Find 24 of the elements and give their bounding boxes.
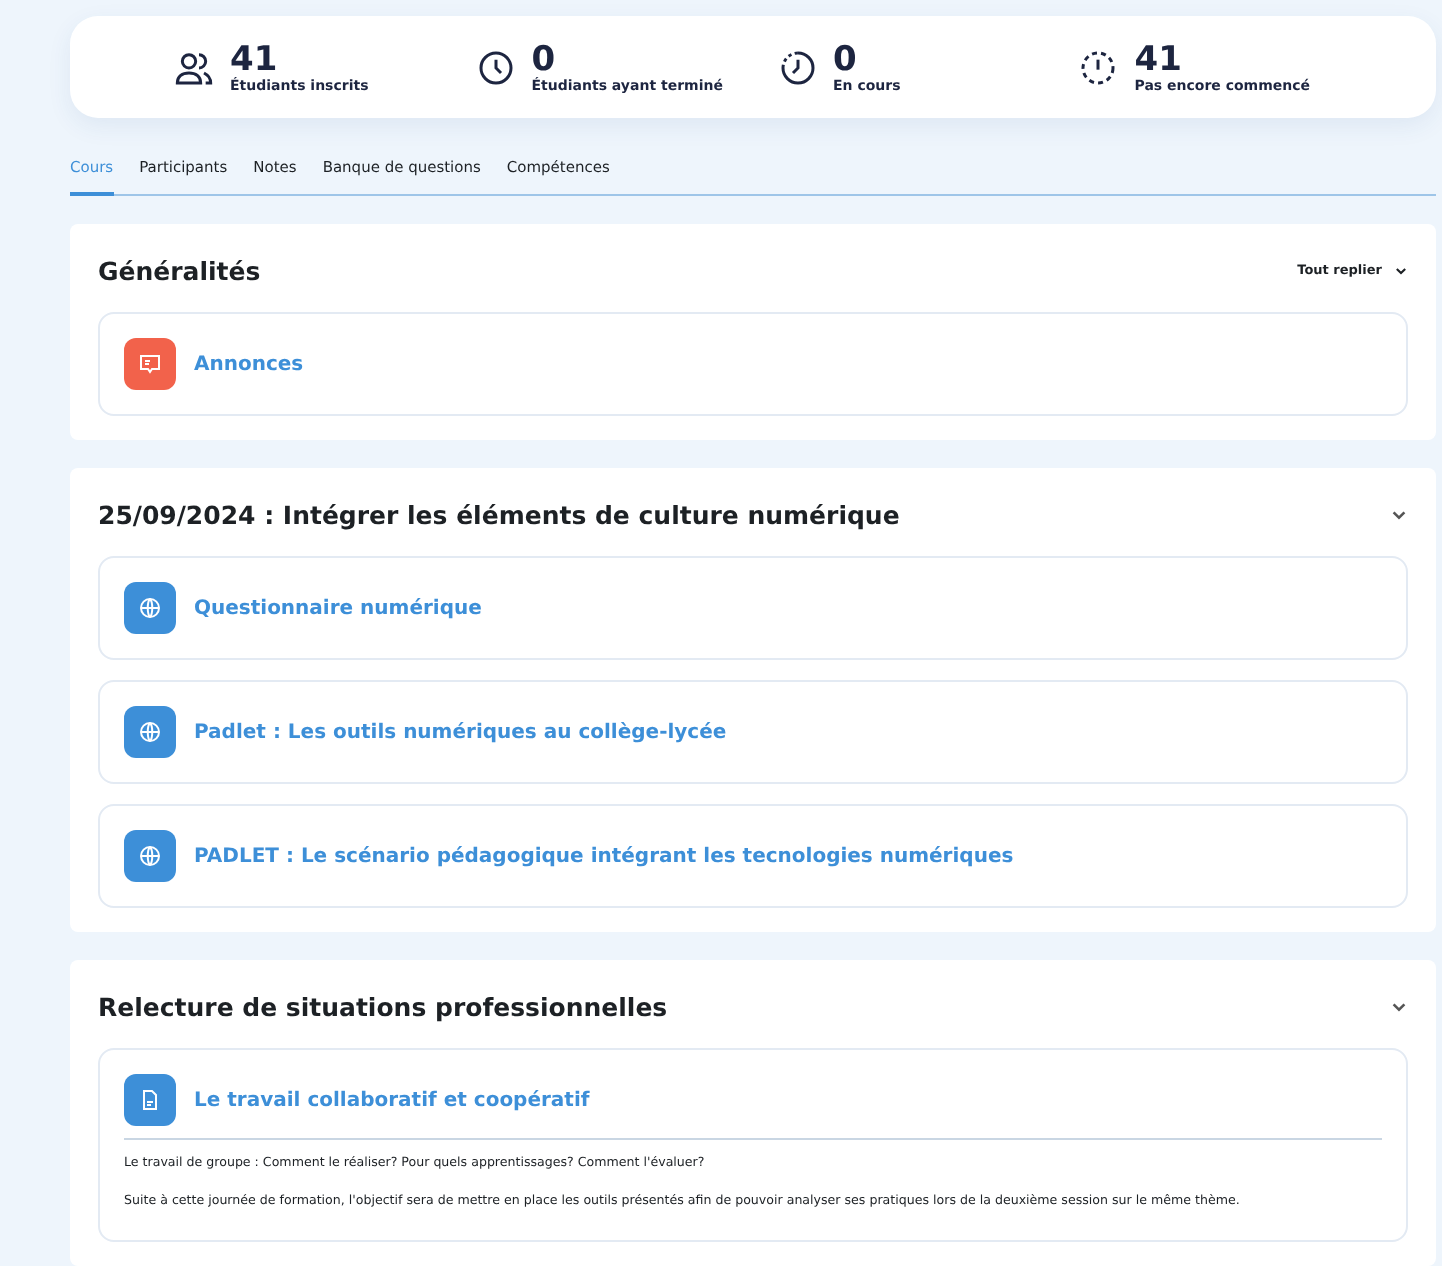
stat-value: 0 bbox=[531, 41, 556, 77]
chevron-icon[interactable] bbox=[1390, 997, 1408, 1015]
chevron-icon bbox=[1394, 263, 1408, 277]
activity-link[interactable]: PADLET : Le scénario pédagogique intégrant les tecnologies numériques bbox=[194, 845, 1014, 867]
announcement-icon bbox=[124, 338, 176, 390]
globe-icon bbox=[124, 582, 176, 634]
activity-link[interactable]: Padlet : Les outils numériques au collège-lycée bbox=[194, 721, 727, 743]
stat-value: 0 bbox=[833, 41, 859, 77]
section-title: 25/09/2024 : Intégrer les éléments de culture numérique bbox=[98, 499, 900, 529]
activity-link[interactable]: Annonces bbox=[194, 353, 304, 375]
users-icon bbox=[174, 47, 214, 87]
section-title: Généralités bbox=[98, 255, 261, 285]
globe-icon bbox=[124, 706, 176, 758]
clock-icon bbox=[475, 47, 516, 87]
stat-value: 41 bbox=[1134, 41, 1184, 77]
activity-link[interactable]: Questionnaire numérique bbox=[194, 597, 482, 619]
stat-value: 41 bbox=[230, 41, 278, 77]
globe-icon bbox=[124, 830, 176, 882]
chevron-icon[interactable] bbox=[1390, 505, 1408, 523]
section-title: Relecture de situations professionnelles bbox=[98, 991, 668, 1021]
activity-link[interactable]: Le travail collaboratif et coopératif bbox=[194, 1089, 590, 1111]
dashed-circle-icon bbox=[1078, 47, 1119, 87]
clock-icon bbox=[777, 47, 817, 87]
document-icon bbox=[124, 1074, 176, 1126]
